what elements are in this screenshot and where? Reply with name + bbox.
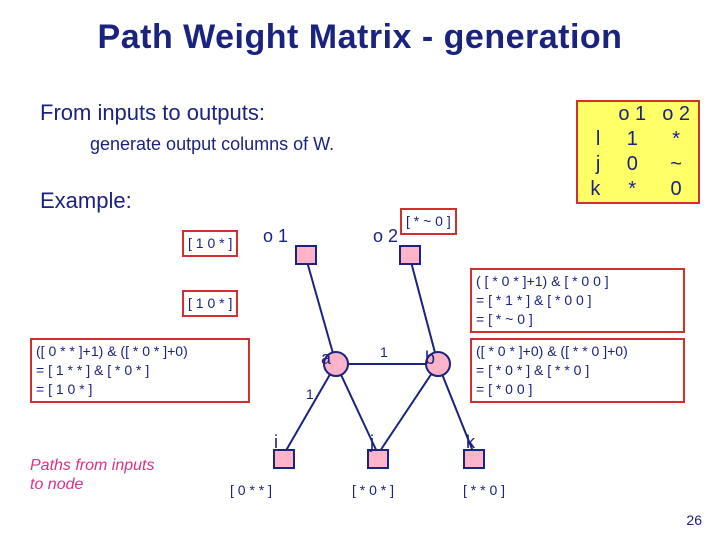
node-label-k: k (466, 432, 475, 453)
paths-note-line: to node (30, 475, 155, 494)
matrix-col-o2: o 2 (654, 102, 698, 127)
matrix-row-j: j (578, 152, 610, 177)
derivation-a: ([ 0 * * ]+1) & ([ * 0 * ]+0) = [ 1 * * … (30, 338, 250, 403)
node-label-o2: o 2 (373, 226, 398, 247)
node-label-i: i (274, 432, 278, 453)
example-label: Example: (40, 188, 132, 214)
deriv-line: ([ * 0 * ]+0) & ([ * * 0 ]+0) (476, 342, 679, 361)
vector-i: [ 0 * * ] (230, 482, 272, 498)
matrix-cell: 0 (654, 177, 698, 202)
deriv-line: = [ 1 * * ] & [ * 0 * ] (36, 361, 244, 380)
node-label-o1: o 1 (263, 226, 288, 247)
paths-note: Paths from inputs to node (30, 456, 155, 494)
vector-j: [ * 0 * ] (352, 482, 394, 498)
vector-k: [ * * 0 ] (463, 482, 505, 498)
deriv-line: = [ * 0 0 ] (476, 380, 679, 399)
vector-o2: [ * ~ 0 ] (400, 208, 457, 235)
matrix-cell: * (610, 177, 654, 202)
edge-weight-ab: 1 (380, 344, 388, 360)
matrix-cell: ~ (654, 152, 698, 177)
derivation-b: ([ * 0 * ]+0) & ([ * * 0 ]+0) = [ * 0 * … (470, 338, 685, 403)
matrix-row-l: l (578, 127, 610, 152)
vector-a: [ 1 0 * ] (182, 290, 238, 317)
page-title: Path Weight Matrix - generation (0, 0, 720, 57)
edge-weight-ia: 1 (306, 386, 314, 402)
matrix-cell: 1 (610, 127, 654, 152)
intro-text: From inputs to outputs: (40, 100, 265, 126)
matrix-row-k: k (578, 177, 610, 202)
page-number: 26 (686, 512, 702, 528)
deriv-line: = [ * 1 * ] & [ * 0 0 ] (476, 291, 679, 310)
matrix-corner (578, 102, 610, 127)
deriv-line: = [ * 0 * ] & [ * * 0 ] (476, 361, 679, 380)
deriv-line: = [ * ~ 0 ] (476, 310, 679, 329)
vector-o1: [ 1 0 * ] (182, 230, 238, 257)
matrix-col-o1: o 1 (610, 102, 654, 127)
node-label-b: b (425, 348, 435, 369)
matrix-cell: * (654, 127, 698, 152)
node-label-a: a (321, 348, 331, 369)
paths-note-line: Paths from inputs (30, 456, 155, 475)
node-label-j: j (370, 432, 374, 453)
sub-text: generate output columns of W. (90, 134, 334, 155)
deriv-line: = [ 1 0 * ] (36, 380, 244, 399)
deriv-line: ([ 0 * * ]+1) & ([ * 0 * ]+0) (36, 342, 244, 361)
derivation-o2: ( [ * 0 * ]+1) & [ * 0 0 ] = [ * 1 * ] &… (470, 268, 685, 333)
weight-matrix: o 1 o 2 l 1 * j 0 ~ k * 0 (576, 100, 700, 204)
deriv-line: ( [ * 0 * ]+1) & [ * 0 0 ] (476, 272, 679, 291)
matrix-cell: 0 (610, 152, 654, 177)
